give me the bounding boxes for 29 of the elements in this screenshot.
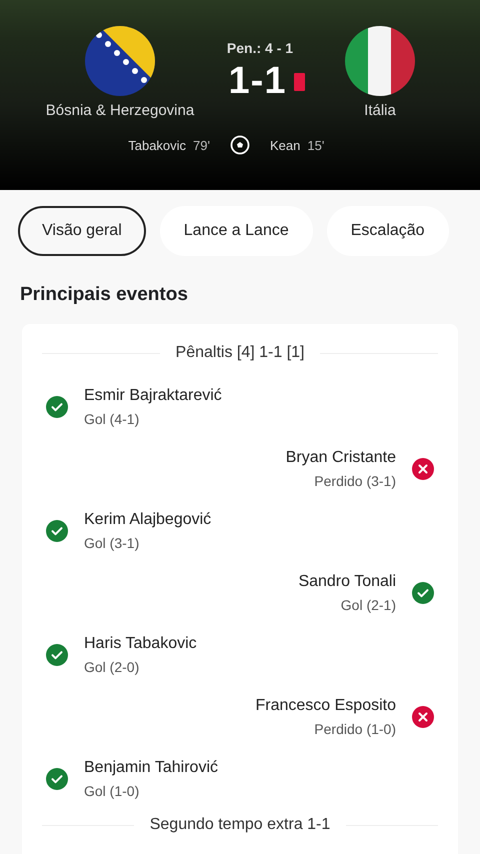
period-title: Pênaltis [4] 1-1 [1] (176, 344, 304, 362)
ball-icon (230, 135, 250, 155)
player-name: Sandro Tonali (298, 573, 396, 591)
penalty-result: Gol (3-1) (84, 535, 140, 551)
penalty-result: Gol (1-0) (84, 783, 140, 799)
scorer-name: Kean (270, 138, 300, 152)
penalty-result: Gol (2-1) (340, 597, 396, 613)
penalty-result: Perdido (3-1) (314, 473, 396, 489)
player-name: Bryan Cristante (286, 449, 396, 467)
tab[interactable]: Lance a Lance (160, 206, 313, 256)
player-name: Benjamin Tahirović (84, 759, 218, 777)
player-name: Kerim Alajbegović (84, 511, 212, 529)
penalty-score: Pen.: 4 - 1 (226, 40, 294, 56)
goal-minute: 15' (307, 138, 324, 152)
match-score: 1-1 (228, 60, 286, 103)
section-title: Principais eventos (20, 284, 189, 306)
penalty-result: Gol (2-0) (84, 659, 140, 675)
tab[interactable]: Escalação (326, 206, 449, 256)
player-name: Francesco Esposito (255, 697, 396, 715)
penalty-result: Perdido (1-0) (314, 721, 396, 737)
team-name: Bósnia & Herzegovina (46, 102, 194, 119)
tab[interactable]: Visão geral (18, 206, 146, 256)
player-name: Haris Tabakovic (84, 635, 197, 653)
scorer-name: Tabakovic (128, 138, 186, 152)
player-name: Esmir Bajraktarević (84, 387, 222, 405)
team-name: Itália (364, 102, 396, 119)
period-title: Segundo tempo extra 1-1 (150, 816, 330, 834)
goal-minute: 79' (193, 138, 210, 152)
penalty-result: Gol (4-1) (84, 411, 140, 427)
